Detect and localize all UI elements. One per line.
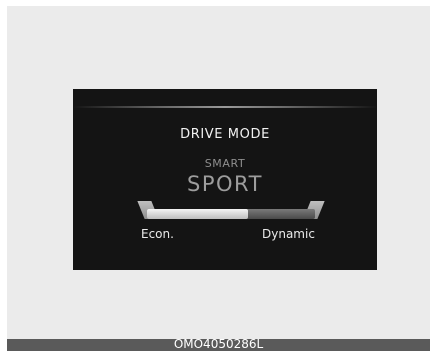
screen-top-highlight bbox=[73, 106, 377, 108]
mode-group-label: SMART bbox=[204, 157, 246, 170]
mode-bar-track bbox=[147, 209, 315, 219]
screen-title: DRIVE MODE bbox=[180, 127, 270, 142]
mode-value-label: SPORT bbox=[187, 172, 263, 196]
econ-label: Econ. bbox=[141, 227, 174, 241]
figure-panel: DRIVE MODE SMART SPORT Econ. Dynamic bbox=[7, 6, 430, 339]
drive-mode-screen: DRIVE MODE SMART SPORT Econ. Dynamic bbox=[73, 89, 377, 270]
mode-selector-bar bbox=[137, 201, 325, 227]
mode-bar-fill bbox=[147, 209, 248, 219]
figure-caption: OMO4050286L bbox=[173, 337, 264, 351]
dynamic-label: Dynamic bbox=[262, 227, 315, 241]
caption-bar: OMO4050286L bbox=[7, 337, 430, 351]
